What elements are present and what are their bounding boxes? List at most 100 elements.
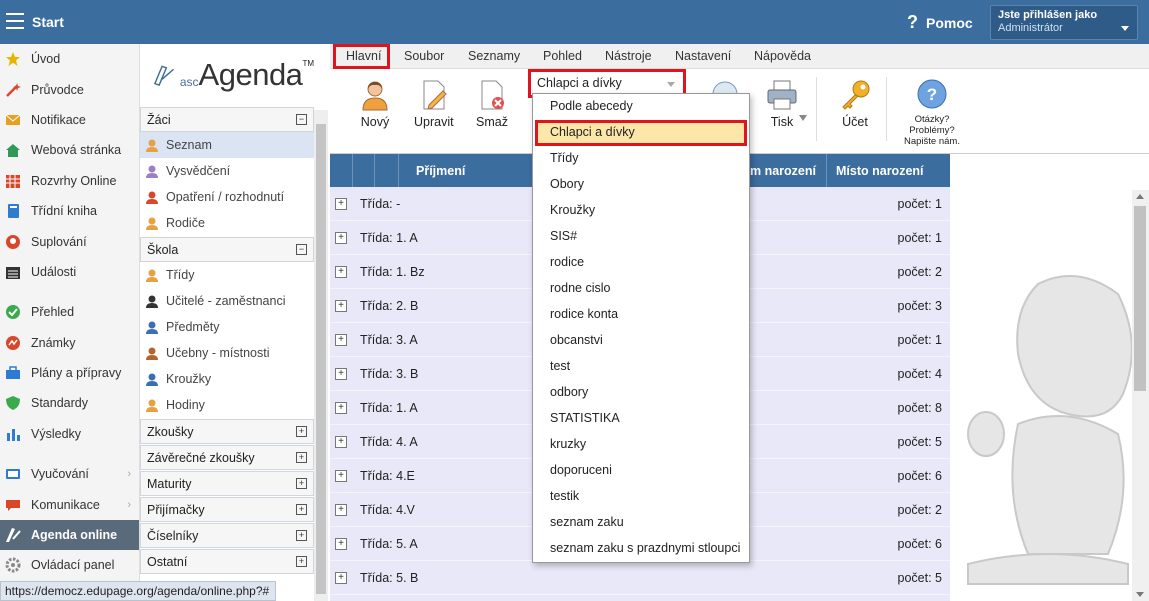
agenda-item[interactable]: Rodiče — [140, 210, 314, 236]
sidebar-item-přehled[interactable]: Přehled — [0, 297, 139, 327]
column-birthplace[interactable]: Místo narození — [836, 164, 924, 178]
dropdown-option[interactable]: Třídy — [533, 146, 749, 172]
dropdown-option[interactable]: Obory — [533, 172, 749, 198]
sidebar-item-výsledky[interactable]: Výsledky — [0, 419, 139, 449]
grid-vertical-scrollbar[interactable] — [1132, 190, 1149, 601]
help-button[interactable]: ? Pomoc — [907, 12, 973, 33]
expand-toggle-icon[interactable]: + — [296, 452, 307, 463]
dropdown-option[interactable]: rodice konta — [533, 302, 749, 328]
delete-button[interactable]: Smaž — [476, 79, 508, 129]
agenda-sidebar: asc Agenda TM Žáci − Seznam Vysvědčení Opatř… — [140, 44, 314, 601]
expand-row-icon[interactable]: + — [335, 504, 347, 516]
section-header[interactable]: Ostatní + — [140, 549, 314, 574]
dropdown-option[interactable]: seznam zaku — [533, 510, 749, 536]
expand-row-icon[interactable]: + — [335, 334, 347, 346]
dropdown-option[interactable]: rodne cislo — [533, 276, 749, 302]
expand-row-icon[interactable]: + — [335, 470, 347, 482]
edit-button[interactable]: Upravit — [414, 79, 454, 129]
section-header[interactable]: Přijímačky + — [140, 497, 314, 522]
expand-row-icon[interactable]: + — [335, 436, 347, 448]
expand-row-icon[interactable]: + — [335, 232, 347, 244]
delete-document-icon — [481, 80, 504, 110]
dropdown-option[interactable]: testik — [533, 484, 749, 510]
menu-tab-seznamy[interactable]: Seznamy — [468, 49, 520, 63]
sidebar-item-známky[interactable]: Známky — [0, 328, 139, 358]
column-surname[interactable]: Příjmení — [416, 164, 465, 178]
group-label: Třída: 5. B — [360, 571, 419, 585]
section-header[interactable]: Zkoušky + — [140, 419, 314, 444]
expand-row-icon[interactable]: + — [335, 266, 347, 278]
menu-tab-nápověda[interactable]: Nápověda — [754, 49, 811, 63]
sidebar-item-průvodce[interactable]: Průvodce — [0, 74, 139, 104]
agenda-item[interactable]: Seznam — [140, 132, 314, 158]
print-button[interactable]: Tisk — [766, 79, 798, 129]
collapse-toggle-icon[interactable]: − — [296, 114, 307, 125]
dropdown-option[interactable]: rodice — [533, 250, 749, 276]
section-header[interactable]: Číselníky + — [140, 523, 314, 548]
expand-toggle-icon[interactable]: + — [296, 504, 307, 515]
agenda-item[interactable]: Vysvědčení — [140, 158, 314, 184]
dropdown-option[interactable]: Kroužky — [533, 198, 749, 224]
sidebar-item-úvod[interactable]: Úvod — [0, 44, 139, 74]
agenda-item[interactable]: Učitelé - zaměstnanci — [140, 288, 314, 314]
agenda-item[interactable]: Kroužky — [140, 366, 314, 392]
dropdown-option[interactable]: doporuceni — [533, 458, 749, 484]
expand-row-icon[interactable]: + — [335, 572, 347, 584]
sidebar-item-třídní-kniha[interactable]: Třídní kniha — [0, 196, 139, 226]
section-header[interactable]: Škola − — [140, 237, 314, 262]
agenda-item[interactable]: Předměty — [140, 314, 314, 340]
dropdown-option[interactable]: kruzky — [533, 432, 749, 458]
sidebar-item-agenda-online[interactable]: Agenda online — [0, 519, 139, 551]
column-birthdate[interactable]: m narození — [750, 164, 816, 178]
contact-help-button[interactable]: ? Otázky? Problémy? Napište nám. — [904, 78, 960, 147]
sidebar-item-plány-a-přípravy[interactable]: Plány a přípravy — [0, 358, 139, 388]
group-row[interactable]: + Třída: 5. B počet: 5 — [330, 561, 950, 595]
section-header[interactable]: Závěrečné zkoušky + — [140, 445, 314, 470]
section-header[interactable]: Žáci − — [140, 107, 314, 132]
user-menu[interactable]: Jste přihlášen jako Administrátor — [990, 5, 1138, 40]
expand-toggle-icon[interactable]: + — [296, 556, 307, 567]
user-name: Administrátor — [998, 22, 1063, 34]
dropdown-option[interactable]: seznam zaku s prazdnymi stloupci — [533, 536, 749, 562]
sidebar-item-webová-stránka[interactable]: Webová stránka — [0, 135, 139, 165]
dropdown-option[interactable]: Podle abecedy — [533, 94, 749, 120]
sidebar-item-standardy[interactable]: Standardy — [0, 388, 139, 418]
dropdown-option[interactable]: SIS# — [533, 224, 749, 250]
expand-toggle-icon[interactable]: + — [296, 478, 307, 489]
expand-row-icon[interactable]: + — [335, 198, 347, 210]
dropdown-option[interactable]: obcanstvi — [533, 328, 749, 354]
dropdown-option[interactable]: test — [533, 354, 749, 380]
sidebar-item-suplování[interactable]: Suplování — [0, 226, 139, 256]
agenda-item[interactable]: Učebny - místnosti — [140, 340, 314, 366]
agenda-item[interactable]: Hodiny — [140, 392, 314, 418]
menu-tab-pohled[interactable]: Pohled — [543, 49, 582, 63]
menu-tab-soubor[interactable]: Soubor — [404, 49, 444, 63]
sidebar-item-notifikace[interactable]: Notifikace — [0, 105, 139, 135]
sidebar-item-vyučování[interactable]: Vyučování › — [0, 459, 139, 489]
sidebar-item-komunikace[interactable]: Komunikace › — [0, 489, 139, 519]
dropdown-option[interactable]: odbory — [533, 380, 749, 406]
expand-toggle-icon[interactable]: + — [296, 426, 307, 437]
menu-tab-nastavení[interactable]: Nastavení — [675, 49, 731, 63]
dropdown-option[interactable]: Chlapci a dívky — [535, 120, 747, 146]
new-button[interactable]: Nový — [360, 79, 390, 129]
agenda-item[interactable]: Třídy — [140, 262, 314, 288]
expand-row-icon[interactable]: + — [335, 538, 347, 550]
collapse-toggle-icon[interactable]: − — [296, 244, 307, 255]
hamburger-menu-icon[interactable] — [6, 13, 24, 29]
sidebar-item-rozvrhy-online[interactable]: Rozvrhy Online — [0, 166, 139, 196]
menu-tab-nástroje[interactable]: Nástroje — [605, 49, 652, 63]
expand-row-icon[interactable]: + — [335, 402, 347, 414]
dropdown-option[interactable]: STATISTIKA — [533, 406, 749, 432]
section-header[interactable]: Maturity + — [140, 471, 314, 496]
print-chevron-icon[interactable] — [799, 115, 807, 121]
expand-toggle-icon[interactable]: + — [296, 530, 307, 541]
expand-row-icon[interactable]: + — [335, 368, 347, 380]
start-label[interactable]: Start — [32, 14, 64, 30]
sidebar-item-události[interactable]: Události — [0, 257, 139, 287]
account-button[interactable]: Účet — [839, 79, 871, 129]
sidebar-item-ovládací-panel[interactable]: Ovládací panel — [0, 550, 139, 580]
expand-row-icon[interactable]: + — [335, 300, 347, 312]
sidebar-scrollbar[interactable] — [314, 110, 328, 601]
agenda-item[interactable]: Opatření / rozhodnutí — [140, 184, 314, 210]
